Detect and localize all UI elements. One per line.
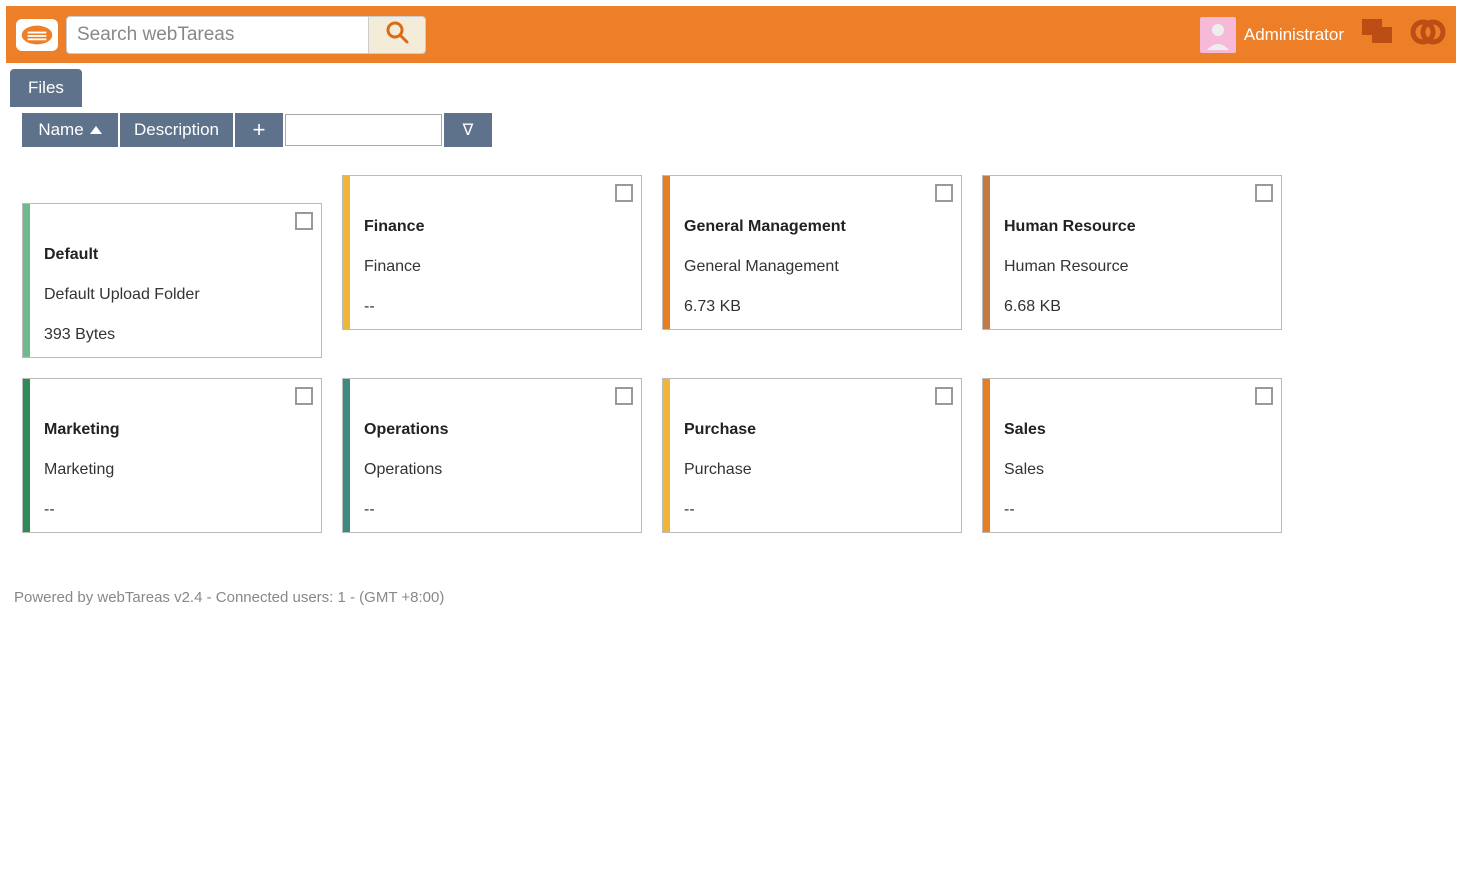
folder-grid: Default Default Upload Folder 393 Bytes Fin… — [22, 175, 1302, 533]
folder-size: -- — [364, 501, 627, 519]
app-logo[interactable] — [16, 19, 58, 51]
app-header: Administrator — [6, 6, 1456, 63]
search-input[interactable] — [66, 16, 369, 54]
chat-icon[interactable] — [1360, 17, 1394, 52]
folder-desc: Marketing — [44, 461, 307, 479]
card-body: Purchase Purchase -- — [670, 379, 961, 532]
color-stripe — [343, 379, 350, 532]
folder-card[interactable]: Marketing Marketing -- — [22, 378, 322, 533]
tabbar: Files — [10, 69, 1462, 107]
sort-asc-icon — [90, 126, 102, 134]
card-body: Default Default Upload Folder 393 Bytes — [30, 204, 321, 357]
sort-name-label: Name — [38, 120, 83, 140]
sort-description-button[interactable]: Description — [120, 113, 233, 147]
folder-desc: Sales — [1004, 461, 1267, 479]
filter-input[interactable] — [285, 114, 442, 146]
folder-card[interactable]: Default Default Upload Folder 393 Bytes — [22, 203, 322, 358]
folder-size: -- — [684, 501, 947, 519]
add-button[interactable]: + — [235, 113, 283, 147]
folder-title: General Management — [684, 218, 947, 236]
sort-name-button[interactable]: Name — [22, 113, 118, 147]
search-button[interactable] — [369, 16, 426, 54]
folder-desc: Purchase — [684, 461, 947, 479]
folder-title: Finance — [364, 218, 627, 236]
card-body: Marketing Marketing -- — [30, 379, 321, 532]
color-stripe — [23, 204, 30, 357]
link-icon[interactable] — [1410, 14, 1446, 55]
card-body: Finance Finance -- — [350, 176, 641, 329]
folder-size: 6.73 KB — [684, 298, 947, 316]
folder-desc: General Management — [684, 258, 947, 276]
folder-title: Default — [44, 246, 307, 264]
folder-card[interactable]: General Management General Management 6.73… — [662, 175, 962, 330]
select-checkbox[interactable] — [295, 212, 313, 230]
toolbar: Name Description + ∇ — [22, 113, 1462, 147]
folder-size: 393 Bytes — [44, 326, 307, 344]
select-checkbox[interactable] — [935, 387, 953, 405]
folder-size: -- — [1004, 501, 1267, 519]
folder-desc: Human Resource — [1004, 258, 1267, 276]
card-body: Operations Operations -- — [350, 379, 641, 532]
select-checkbox[interactable] — [935, 184, 953, 202]
filter-button[interactable]: ∇ — [444, 113, 492, 147]
select-checkbox[interactable] — [295, 387, 313, 405]
color-stripe — [663, 379, 670, 532]
folder-desc: Default Upload Folder — [44, 286, 307, 304]
color-stripe — [983, 379, 990, 532]
folder-size: -- — [44, 501, 307, 519]
color-stripe — [983, 176, 990, 329]
color-stripe — [23, 379, 30, 532]
username-label[interactable]: Administrator — [1244, 25, 1344, 45]
folder-title: Operations — [364, 421, 627, 439]
folder-size: -- — [364, 298, 627, 316]
select-checkbox[interactable] — [615, 184, 633, 202]
folder-title: Sales — [1004, 421, 1267, 439]
folder-card[interactable]: Purchase Purchase -- — [662, 378, 962, 533]
folder-desc: Operations — [364, 461, 627, 479]
avatar[interactable] — [1200, 17, 1236, 53]
select-checkbox[interactable] — [1255, 387, 1273, 405]
card-body: Human Resource Human Resource 6.68 KB — [990, 176, 1281, 329]
tab-files[interactable]: Files — [10, 69, 82, 107]
select-checkbox[interactable] — [1255, 184, 1273, 202]
search-icon — [384, 19, 410, 50]
folder-card[interactable]: Operations Operations -- — [342, 378, 642, 533]
footer-text: Powered by webTareas v2.4 - Connected us… — [14, 589, 1462, 606]
card-body: Sales Sales -- — [990, 379, 1281, 532]
folder-title: Marketing — [44, 421, 307, 439]
folder-desc: Finance — [364, 258, 627, 276]
folder-size: 6.68 KB — [1004, 298, 1267, 316]
color-stripe — [343, 176, 350, 329]
folder-card[interactable]: Sales Sales -- — [982, 378, 1282, 533]
select-checkbox[interactable] — [615, 387, 633, 405]
folder-card[interactable]: Finance Finance -- — [342, 175, 642, 330]
folder-card[interactable]: Human Resource Human Resource 6.68 KB — [982, 175, 1282, 330]
color-stripe — [663, 176, 670, 329]
search-wrap — [66, 16, 426, 54]
card-body: General Management General Management 6.73… — [670, 176, 961, 329]
folder-title: Purchase — [684, 421, 947, 439]
folder-title: Human Resource — [1004, 218, 1267, 236]
